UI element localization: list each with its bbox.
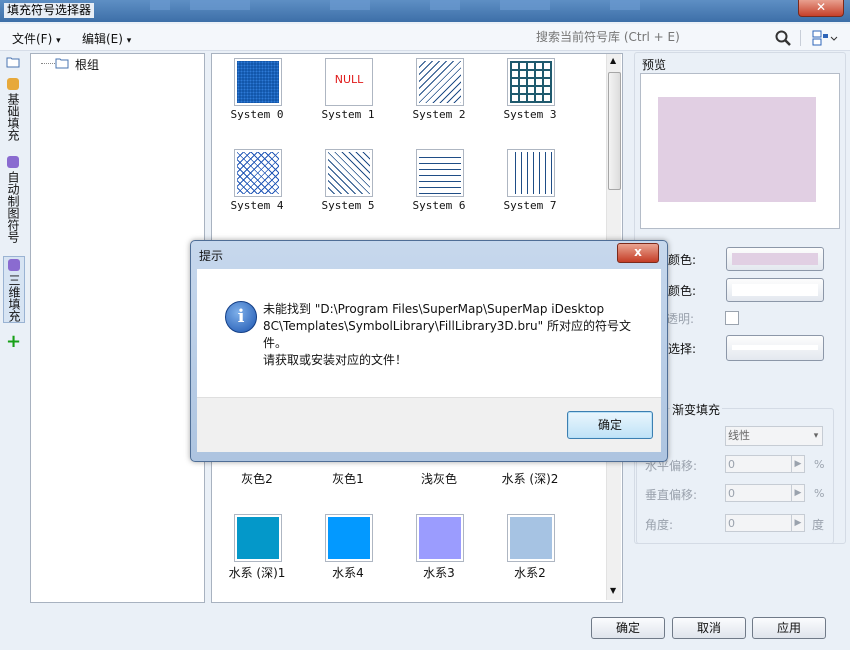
fore-color-label: 颜色: — [668, 253, 697, 267]
dropdown-arrow-icon: ▾ — [56, 36, 61, 46]
dropdown-arrow-icon: ▾ — [813, 431, 819, 441]
symbol-swatch — [507, 149, 555, 197]
symbol-water-2[interactable]: 水系2 — [485, 512, 573, 592]
group-tree: 根组 — [30, 53, 205, 603]
select-label: 选择: — [668, 342, 697, 356]
dialog-title: 提示 — [199, 249, 224, 263]
angle-label: 角度: — [645, 518, 674, 532]
library-tabs: 基础填充 自动制图符号 三维填充 + — [2, 54, 25, 599]
symbol-system-5[interactable]: System 5 — [303, 147, 391, 227]
gradient-type-select[interactable]: 线性 ▾ — [725, 426, 823, 446]
preview-label: 预览 — [642, 58, 667, 72]
symbol-water-3[interactable]: 水系3 — [394, 512, 482, 592]
symbol-swatch — [325, 514, 373, 562]
library-icon — [7, 156, 19, 168]
add-library-icon[interactable]: + — [6, 333, 21, 351]
window-close-button[interactable]: ✕ — [798, 0, 844, 17]
symbol-swatch — [416, 58, 464, 106]
symbol-water-4[interactable]: 水系4 — [303, 512, 391, 592]
symbol-swatch: NULL — [325, 58, 373, 106]
back-color-button[interactable] — [726, 278, 824, 302]
library-icon — [7, 78, 19, 90]
h-offset-input[interactable]: 0 ▶ — [725, 455, 805, 473]
file-menu[interactable]: 文件(F) ▾ — [12, 30, 61, 47]
symbol-system-6[interactable]: System 6 — [394, 147, 482, 227]
search-icon[interactable] — [774, 29, 792, 47]
cancel-button[interactable]: 取消 — [672, 617, 746, 639]
symbol-swatch — [507, 58, 555, 106]
window-title: 填充符号选择器 — [4, 3, 95, 18]
dialog-ok-button[interactable]: 确定 — [567, 411, 653, 439]
symbol-swatch — [416, 149, 464, 197]
message-dialog: 提示 x i 未能找到 "D:\Program Files\SuperMap\S… — [190, 240, 668, 462]
symbol-swatch — [234, 58, 282, 106]
tree-root-node[interactable]: 根组 — [75, 56, 99, 73]
folder-icon[interactable] — [6, 56, 20, 68]
symbol-water-deep-1[interactable]: 水系 (深)1 — [212, 512, 300, 592]
symbol-swatch — [507, 514, 555, 562]
toolbar-separator — [800, 30, 801, 46]
v-offset-input[interactable]: 0 ▶ — [725, 484, 805, 502]
dropdown-arrow-icon: ▾ — [126, 36, 132, 46]
v-offset-label: 垂直偏移: — [645, 488, 698, 502]
symbol-swatch — [234, 514, 282, 562]
preview-swatch — [658, 97, 816, 202]
symbol-system-7[interactable]: System 7 — [485, 147, 573, 227]
spin-arrow-icon[interactable]: ▶ — [791, 515, 804, 531]
tree-connector — [41, 63, 55, 64]
symbol-system-0[interactable]: System 0 — [212, 56, 300, 136]
apply-button[interactable]: 应用 — [752, 617, 826, 639]
dialog-message: 未能找到 "D:\Program Files\SuperMap\SuperMap… — [263, 302, 631, 367]
h-offset-unit: % — [814, 458, 825, 471]
gradient-title: 渐变填充 — [670, 401, 723, 418]
search-box — [534, 28, 796, 48]
v-offset-unit: % — [814, 487, 825, 500]
ok-button[interactable]: 确定 — [591, 617, 665, 639]
edit-menu[interactable]: 编辑(E) ▾ — [82, 30, 131, 47]
spin-arrow-icon[interactable]: ▶ — [791, 456, 804, 472]
view-mode-icon[interactable] — [810, 28, 838, 48]
symbol-swatch — [416, 514, 464, 562]
back-color-label: 颜色: — [668, 284, 697, 298]
tab-auto-map-symbols[interactable]: 自动制图符号 — [3, 154, 23, 243]
symbol-system-1[interactable]: NULL System 1 — [303, 56, 391, 136]
symbol-select-button[interactable] — [726, 335, 824, 361]
transparent-label: 透明: — [666, 312, 695, 326]
dialog-body: i 未能找到 "D:\Program Files\SuperMap\SuperM… — [197, 269, 661, 397]
symbol-system-3[interactable]: System 3 — [485, 56, 573, 136]
scroll-down-icon[interactable]: ▼ — [610, 586, 616, 595]
tab-basic-fill[interactable]: 基础填充 — [3, 76, 23, 141]
transparent-checkbox[interactable] — [725, 311, 739, 325]
fore-color-button[interactable] — [726, 247, 824, 271]
dialog-close-button[interactable]: x — [617, 243, 659, 263]
scroll-thumb[interactable] — [608, 72, 621, 190]
title-bar: 填充符号选择器 ✕ — [0, 0, 850, 22]
symbol-swatch — [234, 149, 282, 197]
tab-3d-fill[interactable]: 三维填充 — [3, 256, 25, 323]
angle-unit: 度 — [812, 518, 825, 532]
scroll-up-icon[interactable]: ▲ — [610, 56, 616, 65]
symbol-system-4[interactable]: System 4 — [212, 147, 300, 227]
symbol-system-2[interactable]: System 2 — [394, 56, 482, 136]
folder-icon — [55, 58, 69, 69]
search-input[interactable] — [534, 28, 774, 46]
symbol-swatch — [325, 149, 373, 197]
spin-arrow-icon[interactable]: ▶ — [791, 485, 804, 501]
library-icon — [8, 259, 20, 271]
angle-input[interactable]: 0 ▶ — [725, 514, 805, 532]
info-icon: i — [225, 301, 257, 333]
